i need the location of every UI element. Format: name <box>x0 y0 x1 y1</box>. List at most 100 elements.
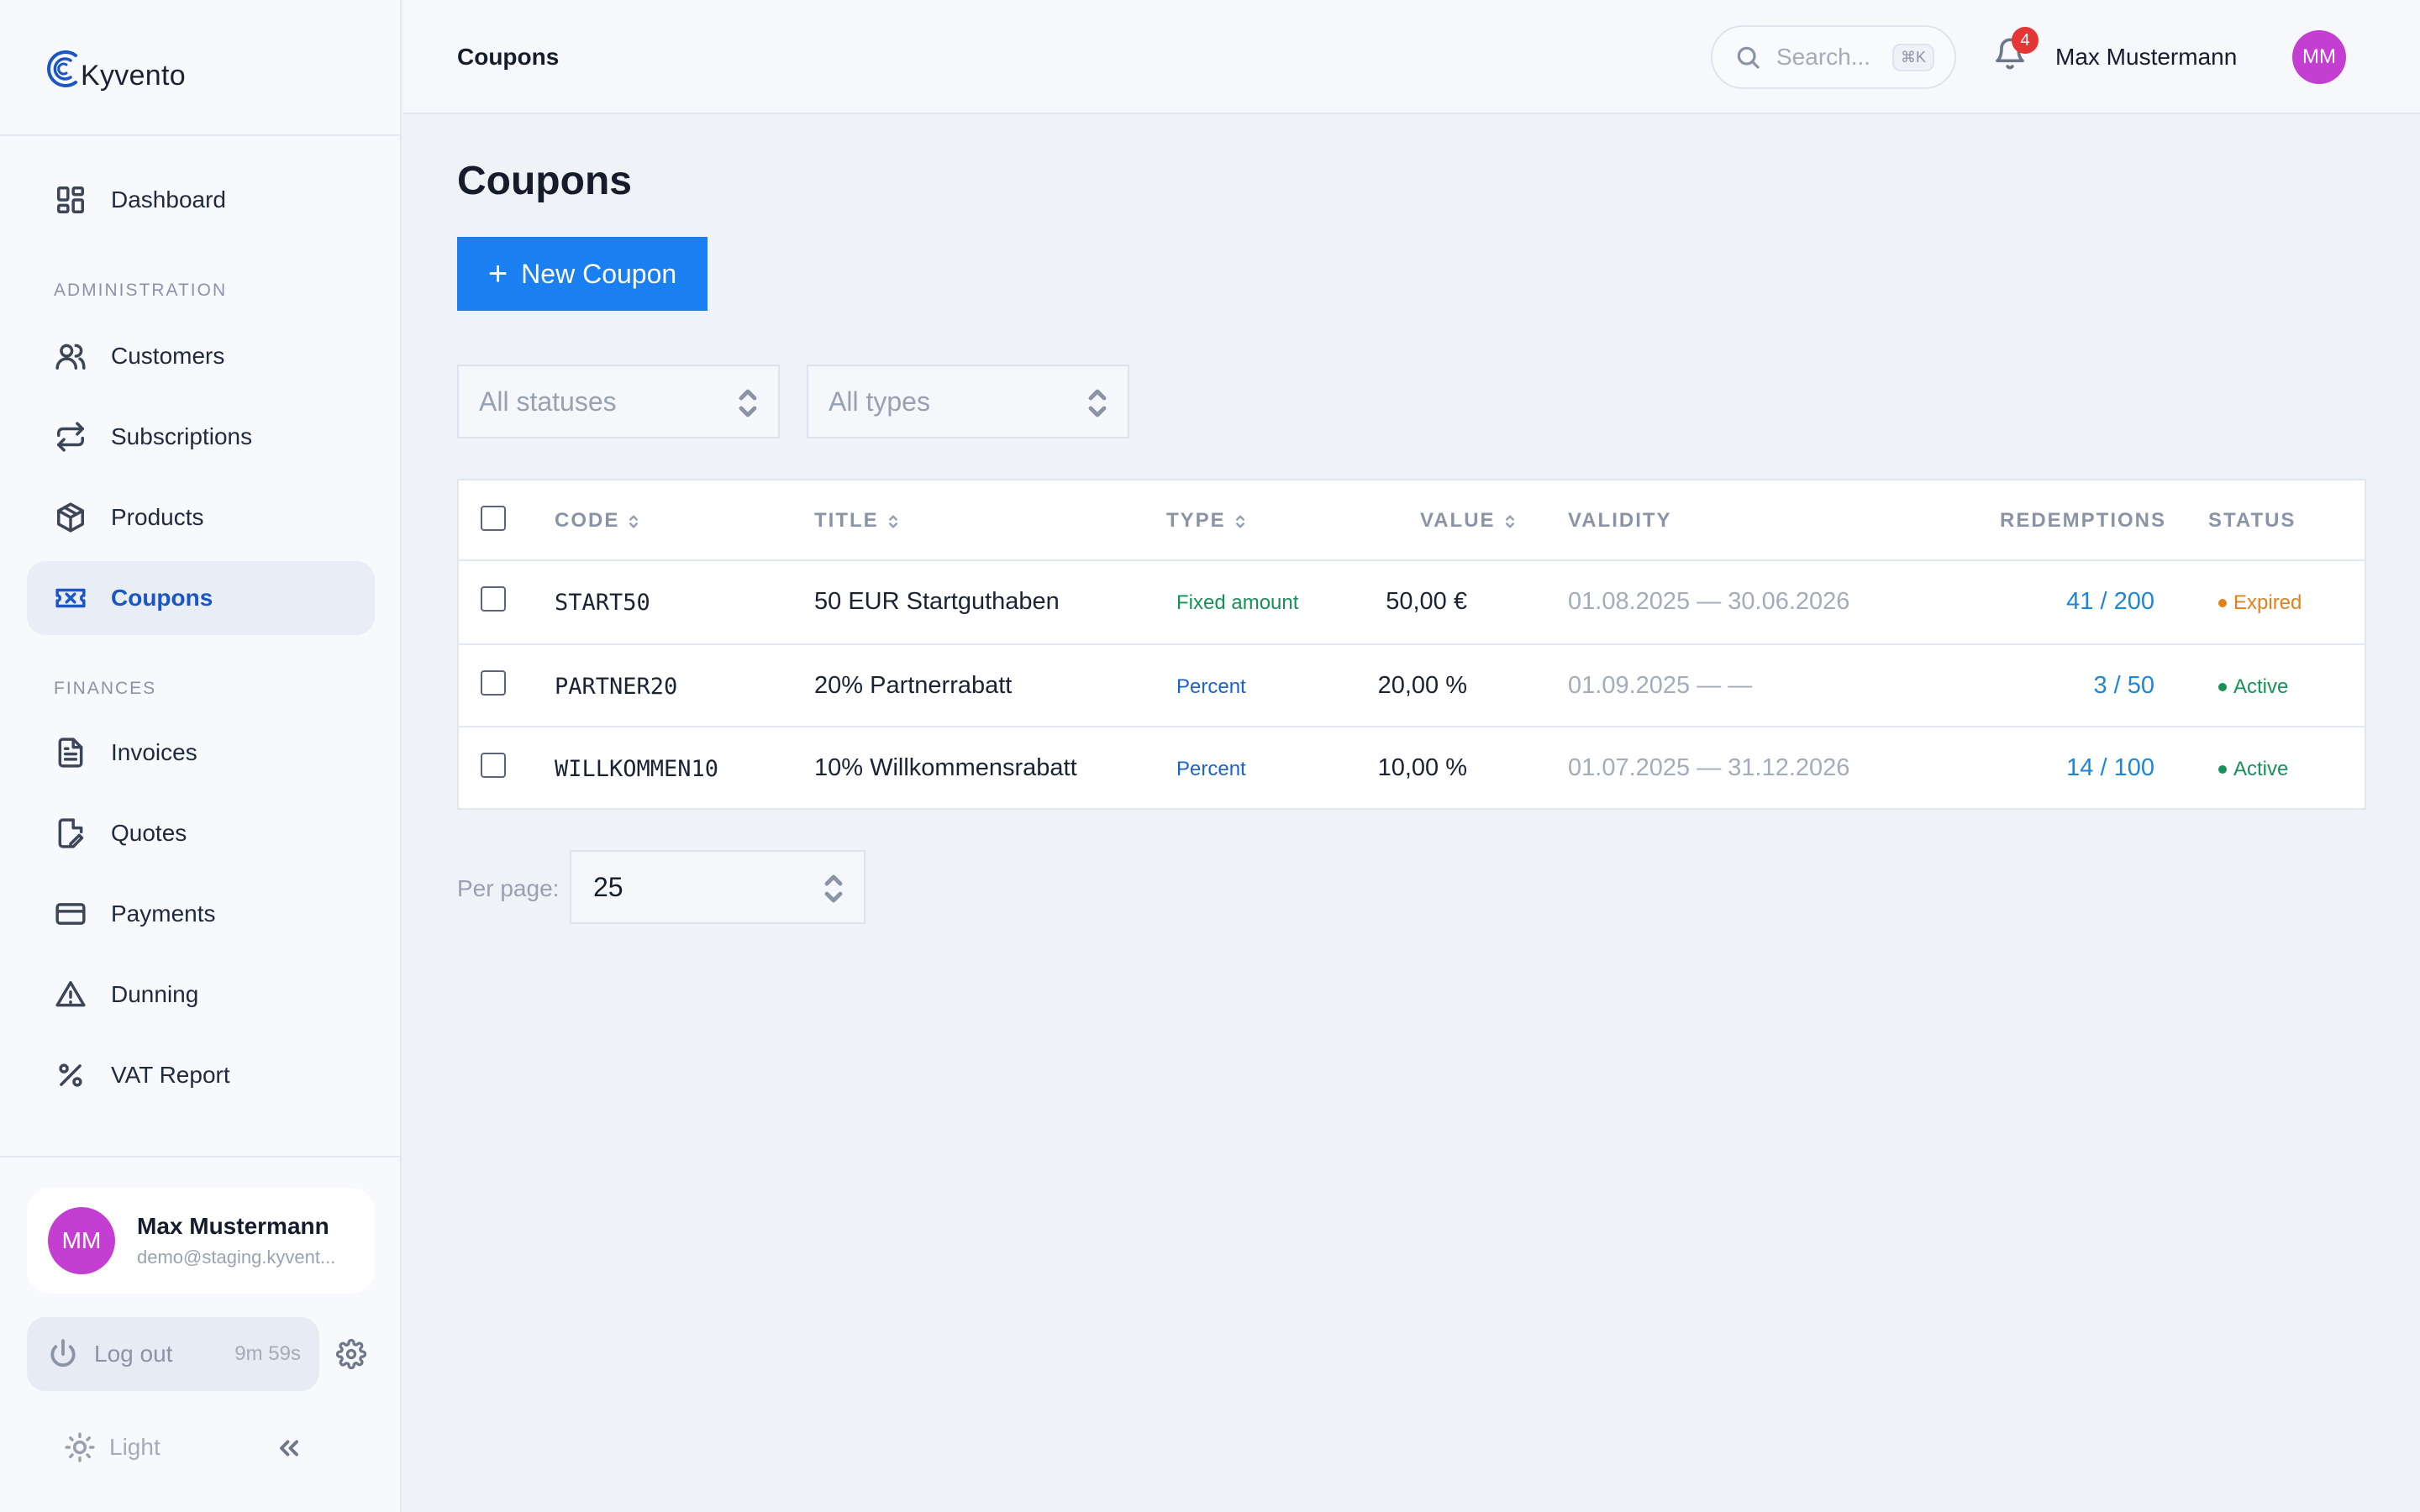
logout-label: Log out <box>94 1341 173 1367</box>
column-header-redemptions: REDEMPTIONS <box>2000 509 2166 533</box>
power-icon <box>50 1339 76 1367</box>
column-header-code[interactable]: CODE <box>555 509 639 533</box>
table-row[interactable]: PARTNER20 20% Partnerrabatt Percent 20,0… <box>459 643 2365 726</box>
logo[interactable]: Kyvento <box>44 42 186 96</box>
document-icon <box>54 736 87 769</box>
status-label: Active <box>2233 675 2289 698</box>
section-label-finances: FINANCES <box>54 679 157 698</box>
theme-toggle[interactable]: Light <box>64 1431 160 1463</box>
coupon-code: START50 <box>555 590 650 616</box>
column-label: TITLE <box>814 509 879 532</box>
topbar: Coupons Search... ⌘K 4 Max Mustermann MM <box>403 0 2420 114</box>
coupon-title: 10% Willkommensrabatt <box>814 754 1077 781</box>
logo-mark-icon <box>47 50 77 87</box>
coupon-redemptions: 3 / 50 <box>2093 672 2154 699</box>
status-dot <box>2218 765 2227 774</box>
coupon-value: 50,00 € <box>1386 588 1467 615</box>
repeat-icon <box>54 420 87 454</box>
divider <box>0 1156 402 1158</box>
table-row[interactable]: START50 50 EUR Startguthaben Fixed amoun… <box>459 561 2365 643</box>
coupon-redemptions: 41 / 200 <box>2066 588 2154 615</box>
sidebar-item-label: Quotes <box>111 820 187 846</box>
column-header-value[interactable]: VALUE <box>1420 509 1516 533</box>
column-label: STATUS <box>2208 509 2296 532</box>
coupon-title: 50 EUR Startguthaben <box>814 588 1060 615</box>
search-icon <box>1737 46 1760 69</box>
coupon-value: 10,00 % <box>1377 754 1467 781</box>
user-email: demo@staging.kyvent... <box>137 1247 336 1268</box>
users-icon <box>54 339 87 373</box>
user-info: Max Mustermann demo@staging.kyvent... <box>137 1213 347 1268</box>
sidebar-item-label: Subscriptions <box>111 423 253 449</box>
sidebar-item-label: Dunning <box>111 981 199 1007</box>
status-filter-select[interactable]: All statuses <box>457 365 780 438</box>
sidebar-item-quotes[interactable]: Quotes <box>27 796 375 870</box>
warning-icon <box>54 978 87 1011</box>
coupon-validity: 01.08.2025 — 30.06.2026 <box>1568 588 1850 615</box>
avatar[interactable]: MM <box>2292 30 2346 84</box>
sidebar-item-label: Products <box>111 504 204 530</box>
sidebar-item-products[interactable]: Products <box>27 480 375 554</box>
sidebar-item-label: Payments <box>111 900 216 927</box>
chevron-up-down-icon <box>1087 388 1107 418</box>
sidebar-item-label: VAT Report <box>111 1062 230 1088</box>
search-input[interactable]: Search... ⌘K <box>1711 25 1956 89</box>
select-all-checkbox[interactable] <box>481 506 506 531</box>
box-icon <box>54 501 87 534</box>
status-badge: Expired <box>2218 591 2302 615</box>
table-row[interactable]: WILLKOMMEN10 10% Willkommensrabatt Perce… <box>459 726 2365 808</box>
type-badge: Fixed amount <box>1176 591 1299 614</box>
status-dot <box>2218 683 2227 691</box>
column-label: VALIDITY <box>1568 509 1672 532</box>
breadcrumb: Coupons <box>457 44 560 70</box>
header-user-name[interactable]: Max Mustermann <box>2055 44 2237 71</box>
sidebar-item-payments[interactable]: Payments <box>27 877 375 951</box>
type-filter-select[interactable]: All types <box>807 365 1129 438</box>
row-checkbox[interactable] <box>481 753 506 778</box>
type-badge: Percent <box>1176 758 1246 780</box>
sidebar-item-subscriptions[interactable]: Subscriptions <box>27 400 375 474</box>
coupon-redemptions: 14 / 100 <box>2066 754 2154 781</box>
sidebar-item-dashboard[interactable]: Dashboard <box>27 163 375 237</box>
sort-icon <box>887 512 899 529</box>
sort-icon <box>1504 512 1516 529</box>
credit-card-icon <box>54 897 87 931</box>
gear-icon[interactable] <box>335 1338 367 1370</box>
table-header: CODE TITLE TYPE VALUE VALIDITY REDEMPTIO… <box>459 480 2365 561</box>
column-header-validity: VALIDITY <box>1568 509 1672 533</box>
column-header-type[interactable]: TYPE <box>1166 509 1246 533</box>
coupon-code: PARTNER20 <box>555 674 678 700</box>
avatar: MM <box>48 1207 115 1274</box>
sidebar-item-invoices[interactable]: Invoices <box>27 716 375 790</box>
ticket-icon <box>54 581 87 615</box>
keyboard-shortcut: ⌘K <box>1891 43 1934 71</box>
status-badge: Active <box>2218 758 2288 781</box>
theme-label: Light <box>109 1434 160 1460</box>
column-header-title[interactable]: TITLE <box>814 509 899 533</box>
per-page-label: Per page: <box>457 875 560 901</box>
coupon-value: 20,00 % <box>1377 672 1467 699</box>
column-header-status: STATUS <box>2208 509 2296 533</box>
dashboard-icon <box>54 183 87 217</box>
sidebar-item-coupons[interactable]: Coupons <box>27 561 375 635</box>
collapse-sidebar-icon[interactable] <box>274 1433 304 1463</box>
per-page-select[interactable]: 25 <box>570 850 865 924</box>
logout-button[interactable]: Log out 9m 59s <box>27 1317 319 1391</box>
divider <box>0 134 402 136</box>
column-label: CODE <box>555 509 620 532</box>
user-name: Max Mustermann <box>137 1213 329 1239</box>
sidebar-item-vat-report[interactable]: VAT Report <box>27 1038 375 1112</box>
sidebar-item-dunning[interactable]: Dunning <box>27 958 375 1032</box>
logo-text: Kyvento <box>81 60 186 92</box>
sidebar-item-label: Customers <box>111 343 225 369</box>
new-coupon-button[interactable]: + New Coupon <box>457 237 708 311</box>
coupon-validity: 01.07.2025 — 31.12.2026 <box>1568 754 1850 781</box>
row-checkbox[interactable] <box>481 586 506 612</box>
chevron-up-down-icon <box>823 874 844 904</box>
sidebar-item-customers[interactable]: Customers <box>27 319 375 393</box>
notifications-button[interactable]: 4 <box>1993 27 2039 79</box>
user-card[interactable]: MM Max Mustermann demo@staging.kyvent... <box>27 1188 375 1294</box>
column-label: VALUE <box>1420 509 1496 532</box>
sidebar-item-label: Dashboard <box>111 186 226 213</box>
row-checkbox[interactable] <box>481 670 506 696</box>
